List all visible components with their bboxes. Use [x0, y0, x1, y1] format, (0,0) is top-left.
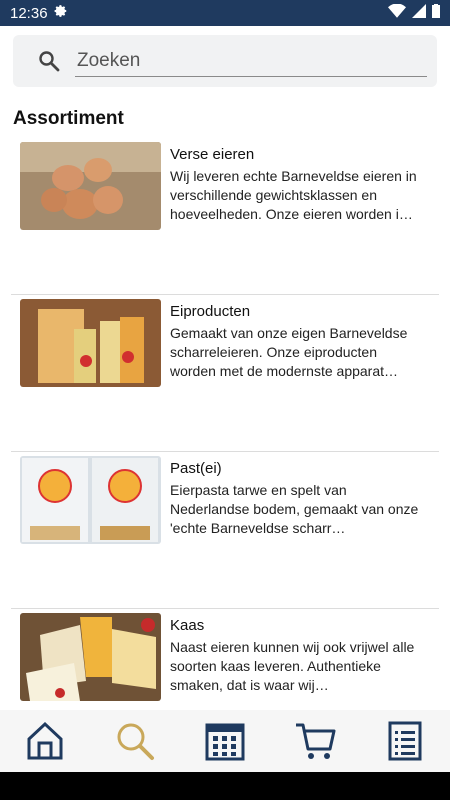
item-description: Wij leveren echte Barneveldse eieren in … — [170, 168, 417, 222]
search-icon[interactable] — [109, 715, 161, 767]
section-title: Assortiment — [13, 108, 124, 129]
list-item[interactable]: Verse eieren Wij leveren echte Barneveld… — [11, 138, 439, 295]
search-icon — [37, 49, 61, 73]
egg-products-image — [20, 299, 161, 387]
calendar-icon[interactable] — [199, 715, 251, 767]
item-description: Gemaakt van onze eigen Barneveldse schar… — [170, 325, 408, 379]
item-title: Kaas — [170, 617, 205, 634]
status-bar: 12:36 — [0, 0, 450, 26]
signal-icon — [412, 4, 426, 22]
list-item[interactable]: Eiproducten Gemaakt van onze eigen Barne… — [11, 295, 439, 452]
settings-icon — [54, 4, 68, 22]
item-description: Eierpasta tarwe en spelt van Nederlandse… — [170, 482, 419, 536]
search-bar[interactable] — [13, 35, 437, 87]
eggs-image — [20, 142, 161, 230]
status-time: 12:36 — [10, 4, 48, 22]
wifi-icon — [388, 3, 406, 22]
item-title: Eiproducten — [170, 303, 251, 320]
cart-icon[interactable] — [289, 715, 341, 767]
item-description: Naast eieren kunnen wij ook vrijwel alle… — [170, 639, 415, 693]
search-input[interactable] — [75, 45, 427, 77]
home-icon[interactable] — [19, 715, 71, 767]
list-item[interactable]: Past(ei) Eierpasta tarwe en spelt van Ne… — [11, 452, 439, 609]
system-navigation-bar — [0, 772, 450, 800]
cheese-image — [20, 613, 161, 701]
list-icon[interactable] — [379, 715, 431, 767]
product-list: Verse eieren Wij leveren echte Barneveld… — [0, 138, 450, 766]
battery-icon — [432, 4, 440, 22]
item-title: Verse eieren — [170, 146, 255, 163]
item-title: Past(ei) — [170, 460, 222, 477]
pasta-image — [20, 456, 161, 544]
bottom-navigation — [0, 710, 450, 772]
app-screen: Assortiment Verse eieren Wij leveren ech… — [0, 26, 450, 772]
